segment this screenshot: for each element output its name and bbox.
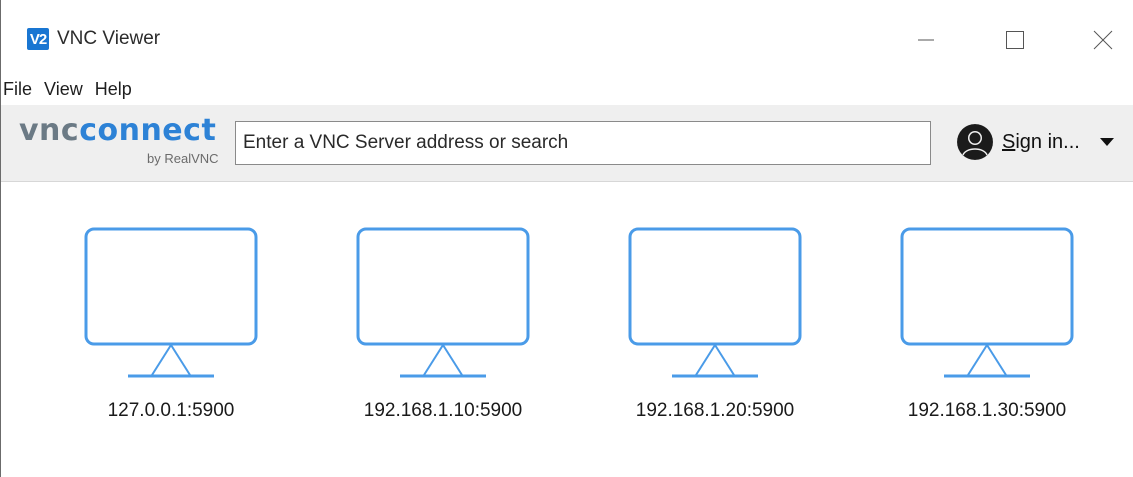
minimize-button[interactable] (903, 18, 949, 62)
computer-tile-1[interactable]: 127.0.0.1:5900 (76, 222, 266, 452)
menu-view[interactable]: View (38, 76, 89, 102)
maximize-button[interactable] (992, 18, 1038, 62)
monitor-icon (356, 227, 530, 378)
brand-wordmark: vncconnect (19, 115, 216, 147)
menu-bar: File View Help (1, 76, 138, 102)
computer-label: 192.168.1.20:5900 (635, 400, 795, 421)
monitor-icon (84, 227, 258, 378)
close-icon (1093, 30, 1113, 50)
computer-tile-2[interactable]: 192.168.1.10:5900 (348, 222, 538, 452)
chevron-down-icon[interactable] (1099, 138, 1114, 146)
sign-in-label: Sign in... (1002, 130, 1080, 153)
computer-label: 192.168.1.30:5900 (907, 400, 1067, 421)
maximize-icon (1006, 31, 1024, 49)
toolbar: vncconnect by RealVNC Sign in... (1, 105, 1133, 182)
vnc-app-icon: V2 (27, 28, 49, 50)
monitor-icon (900, 227, 1074, 378)
brand-subtitle: by RealVNC (147, 151, 219, 166)
vnc-connect-logo: vncconnect by RealVNC (19, 115, 219, 175)
computer-label: 192.168.1.10:5900 (363, 400, 523, 421)
computer-label: 127.0.0.1:5900 (107, 400, 235, 421)
menu-file[interactable]: File (1, 76, 38, 102)
close-button[interactable] (1080, 18, 1126, 62)
server-search-input[interactable] (236, 122, 930, 164)
title-bar: V2 VNC Viewer (1, 0, 1133, 58)
brand-connect-text: connect (79, 113, 217, 148)
brand-vnc-text: vnc (19, 113, 80, 148)
address-book: 127.0.0.1:5900 192.168.1.10:5900 192.168… (1, 182, 1133, 477)
user-avatar-icon (957, 124, 993, 160)
computer-tile-3[interactable]: 192.168.1.20:5900 (620, 222, 810, 452)
minimize-icon (918, 39, 934, 41)
search-box (235, 121, 931, 165)
monitor-icon (628, 227, 802, 378)
computer-tile-4[interactable]: 192.168.1.30:5900 (892, 222, 1082, 452)
vnc-viewer-window: V2 VNC Viewer File View Help vncconnect (0, 0, 1133, 477)
sign-in-button[interactable]: Sign in... (957, 119, 1132, 165)
menu-help[interactable]: Help (89, 76, 138, 102)
window-title: VNC Viewer (57, 28, 161, 49)
